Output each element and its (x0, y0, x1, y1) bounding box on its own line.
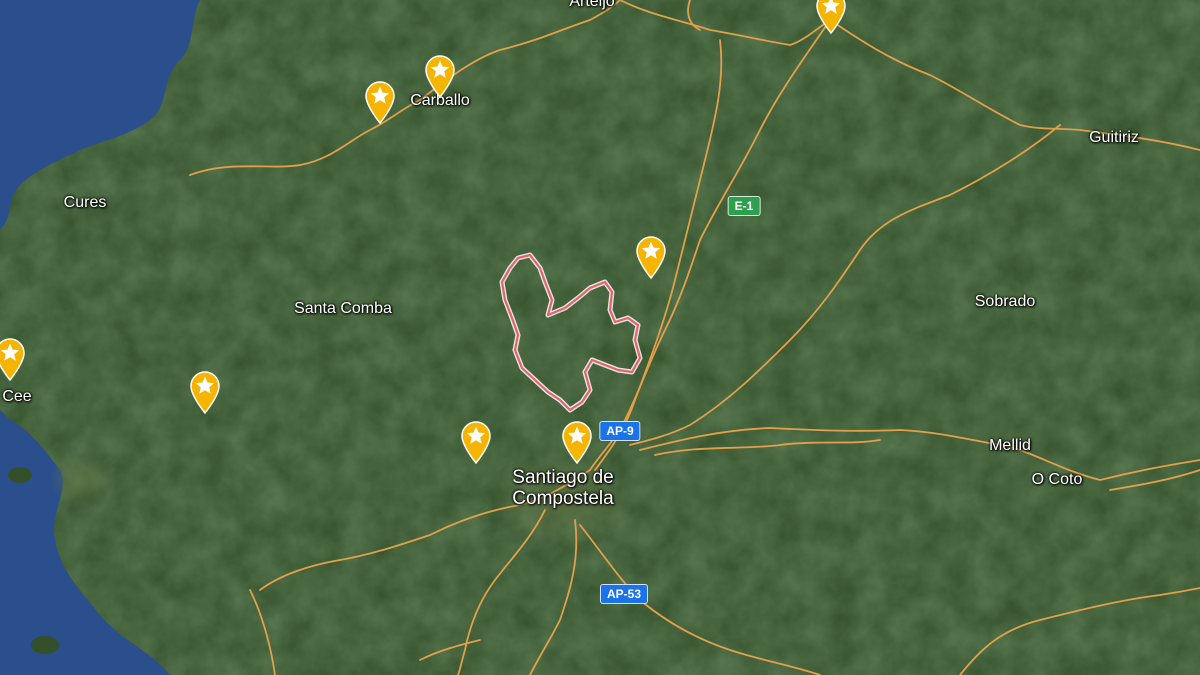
road-shield-ap53: AP-53 (599, 584, 649, 604)
road-shield-e1: E-1 (727, 196, 761, 216)
marker-carballo-2[interactable] (364, 80, 396, 125)
marker-cee[interactable] (0, 337, 26, 382)
label-cures: Cures (63, 194, 107, 212)
marker-north[interactable] (815, 0, 847, 35)
islet (8, 467, 32, 483)
islet (31, 636, 59, 654)
label-santa-comba: Santa Comba (294, 300, 392, 318)
label-santiago: Santiago de Compostela (512, 467, 614, 509)
marker-west[interactable] (189, 370, 221, 415)
road-shield-ap9: AP-9 (599, 421, 641, 441)
land-texture (0, 0, 1200, 675)
marker-santiago[interactable] (561, 420, 593, 465)
label-guitiriz: Guitiriz (1089, 129, 1139, 147)
label-cee: Cee (2, 388, 32, 406)
map-canvas[interactable] (0, 0, 1200, 675)
label-arteijo: Arteijo (569, 0, 615, 11)
label-mellid: Mellid (989, 437, 1031, 455)
marker-santiago-west[interactable] (460, 420, 492, 465)
coastal-area (50, 455, 110, 505)
label-sobrado: Sobrado (974, 293, 1036, 311)
label-o-coto: O Coto (1031, 471, 1083, 489)
marker-east[interactable] (635, 235, 667, 280)
map-view[interactable]: Arteijo Carballo Guitiriz Cures Santa Co… (0, 0, 1200, 675)
marker-carballo-1[interactable] (424, 54, 456, 99)
